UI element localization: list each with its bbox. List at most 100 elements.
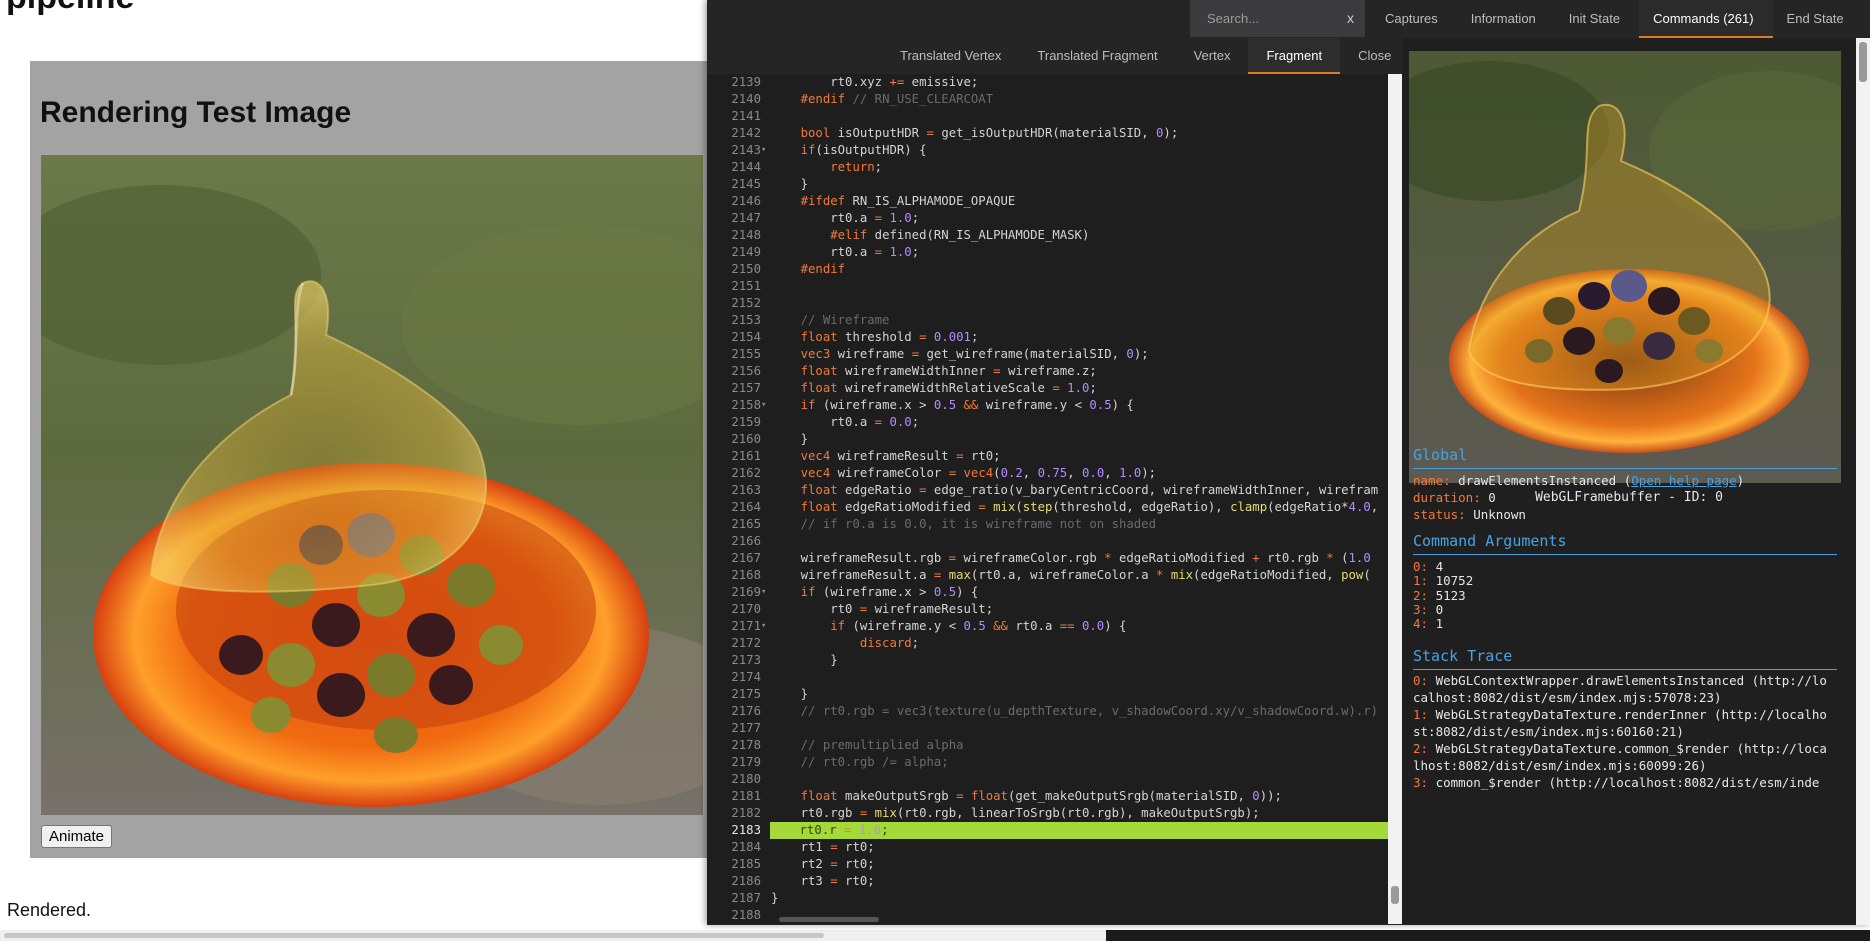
code-line[interactable]: 2169 ▾ if (wireframe.x > 0.5) { [707,584,1388,601]
open-help-page-link[interactable]: Open help page [1631,473,1736,488]
code-line[interactable]: 2156 float wireframeWidthInner = wirefra… [707,363,1388,380]
code-line[interactable]: 2140 #endif // RN_USE_CLEARCOAT [707,91,1388,108]
fold-arrow-icon[interactable]: ▾ [761,142,769,159]
code-text: return; [830,160,883,174]
search-input[interactable]: Search... [1207,11,1259,26]
code-line[interactable]: 2153 // Wireframe [707,312,1388,329]
tab-commands-261[interactable]: Commands (261) [1639,0,1773,38]
animate-button[interactable]: Animate [41,825,113,848]
code-line[interactable]: 2175 } [707,686,1388,703]
code-line[interactable]: 2165 // if r0.a is 0.0, it is wireframe … [707,516,1388,533]
code-line[interactable]: 2174 [707,669,1388,686]
code-line[interactable]: 2151 [707,278,1388,295]
code-line[interactable]: 2179 // rt0.rgb /= alpha; [707,754,1388,771]
code-line[interactable]: 2182 rt0.rgb = mix(rt0.rgb, linearToSrgb… [707,805,1388,822]
page-horizontal-scrollbar[interactable] [0,930,1870,941]
code-line[interactable]: 2186 rt3 = rt0; [707,873,1388,890]
line-number: 2176 [731,704,761,718]
code-line[interactable]: 2168 wireframeResult.a = max(rt0.a, wire… [707,567,1388,584]
tab-information[interactable]: Information [1457,0,1555,38]
code-line[interactable]: 2162 vec4 wireframeColor = vec4(0.2, 0.7… [707,465,1388,482]
fold-arrow-icon[interactable]: ▾ [761,584,769,601]
code-line[interactable]: 2181 float makeOutputSrgb = float(get_ma… [707,788,1388,805]
code-line[interactable]: 2173 } [707,652,1388,669]
search-box[interactable]: Search... x [1190,0,1365,37]
code-line[interactable]: 2149 rt0.a = 1.0; [707,244,1388,261]
global-duration-key: duration: [1413,490,1481,505]
code-line[interactable]: 2177 [707,720,1388,737]
shader-tab-fragment[interactable]: Fragment [1248,38,1341,74]
code-line[interactable]: 2160 } [707,431,1388,448]
detail-vscroll-thumb[interactable] [1859,42,1867,82]
shader-tab-close[interactable]: Close [1340,38,1409,74]
code-line[interactable]: 2145 } [707,176,1388,193]
shader-tabs: Translated Vertex Translated Fragment Vert… [882,38,1409,74]
code-line[interactable]: 2185 rt2 = rt0; [707,856,1388,873]
code-vertical-scrollbar[interactable] [1388,74,1402,924]
code-text: vec4 wireframeResult = rt0; [800,449,1001,463]
line-number: 2153 [731,313,761,327]
render-canvas-image [41,155,703,815]
code-line[interactable]: 2147 rt0.a = 1.0; [707,210,1388,227]
code-text: discard; [859,636,920,650]
code-horizontal-scrollbar[interactable] [769,913,1388,924]
code-line[interactable]: 2172 discard; [707,635,1388,652]
detail-vertical-scrollbar[interactable] [1856,38,1870,925]
code-line[interactable]: 2146 #ifdef RN_IS_ALPHAMODE_OPAQUE [707,193,1388,210]
code-line[interactable]: 2164 float edgeRatioModified = mix(step(… [707,499,1388,516]
code-text: rt0.a = 0.0; [771,415,920,429]
code-line[interactable]: 2161 vec4 wireframeResult = rt0; [707,448,1388,465]
stack-frame: WebGLContextWrapper.drawElementsInstance… [1413,673,1827,705]
stack-frame: common_$render (http://localhost:8082/di… [1435,775,1820,790]
code-line[interactable]: 2139 rt0.xyz += emissive; [707,74,1388,91]
code-line[interactable]: 2152 [707,295,1388,312]
global-duration-row: duration: 0 [1413,489,1496,506]
framebuffer-thumbnail[interactable] [1409,51,1841,483]
fold-arrow-icon[interactable]: ▾ [761,397,769,414]
shader-tab-translated-vertex[interactable]: Translated Vertex [882,38,1019,74]
code-hscroll-thumb[interactable] [779,917,879,922]
code-line[interactable]: 2163 float edgeRatio = edge_ratio(v_bary… [707,482,1388,499]
code-line[interactable]: 2141 [707,108,1388,125]
code-text: rt2 = rt0; [771,857,875,871]
code-line-highlighted[interactable]: 2183 rt0.r = 1.0; [707,822,1388,839]
code-line[interactable]: 2159 rt0.a = 0.0; [707,414,1388,431]
global-status-value: Unknown [1473,507,1526,522]
line-number: 2162 [731,466,761,480]
tab-captures[interactable]: Captures [1371,0,1457,38]
code-text: if (wireframe.x > 0.5 && wireframe.y < 0… [800,398,1134,412]
code-line[interactable]: 2176 // rt0.rgb = vec3(texture(u_depthTe… [707,703,1388,720]
tab-end-state[interactable]: End State [1773,0,1863,38]
code-line[interactable]: 2184 rt1 = rt0; [707,839,1388,856]
stack-frame: WebGLStrategyDataTexture.renderInner (ht… [1413,707,1827,739]
code-line[interactable]: 2155 vec3 wireframe = get_wireframe(mate… [707,346,1388,363]
code-line[interactable]: 2171 ▾ if (wireframe.y < 0.5 && rt0.a == … [707,618,1388,635]
code-line[interactable]: 2148 #elif defined(RN_IS_ALPHAMODE_MASK) [707,227,1388,244]
line-number: 2168 [731,568,761,582]
shader-tab-vertex[interactable]: Vertex [1176,38,1249,74]
shader-code-editor[interactable]: 2139 rt0.xyz += emissive; 2140 #endif // … [707,74,1388,924]
code-line[interactable]: 2144 return; [707,159,1388,176]
line-number: 2142 [731,126,761,140]
code-line[interactable]: 2166 [707,533,1388,550]
search-clear-icon[interactable]: x [1347,10,1354,26]
render-canvas[interactable] [41,155,703,815]
page-scrollbar-thumb[interactable] [4,933,824,938]
code-line[interactable]: 2150 #endif [707,261,1388,278]
code-line[interactable]: 2143 ▾ if(isOutputHDR) { [707,142,1388,159]
code-text: // rt0.rgb = vec3(texture(u_depthTexture… [800,704,1379,718]
code-line[interactable]: 2142 bool isOutputHDR = get_isOutputHDR(… [707,125,1388,142]
code-line[interactable]: 2167 wireframeResult.rgb = wireframeColo… [707,550,1388,567]
line-number: 2167 [731,551,761,565]
shader-tab-translated-fragment[interactable]: Translated Fragment [1019,38,1175,74]
fold-arrow-icon[interactable]: ▾ [761,618,769,635]
code-vscroll-thumb[interactable] [1391,886,1399,904]
code-line[interactable]: 2180 [707,771,1388,788]
code-line[interactable]: 2187} [707,890,1388,907]
tab-init-state[interactable]: Init State [1555,0,1639,38]
code-line[interactable]: 2158 ▾ if (wireframe.x > 0.5 && wireframe… [707,397,1388,414]
code-line[interactable]: 2154 float threshold = 0.001; [707,329,1388,346]
code-line[interactable]: 2178 // premultiplied alpha [707,737,1388,754]
code-line[interactable]: 2170 rt0 = wireframeResult; [707,601,1388,618]
code-line[interactable]: 2157 float wireframeWidthRelativeScale =… [707,380,1388,397]
